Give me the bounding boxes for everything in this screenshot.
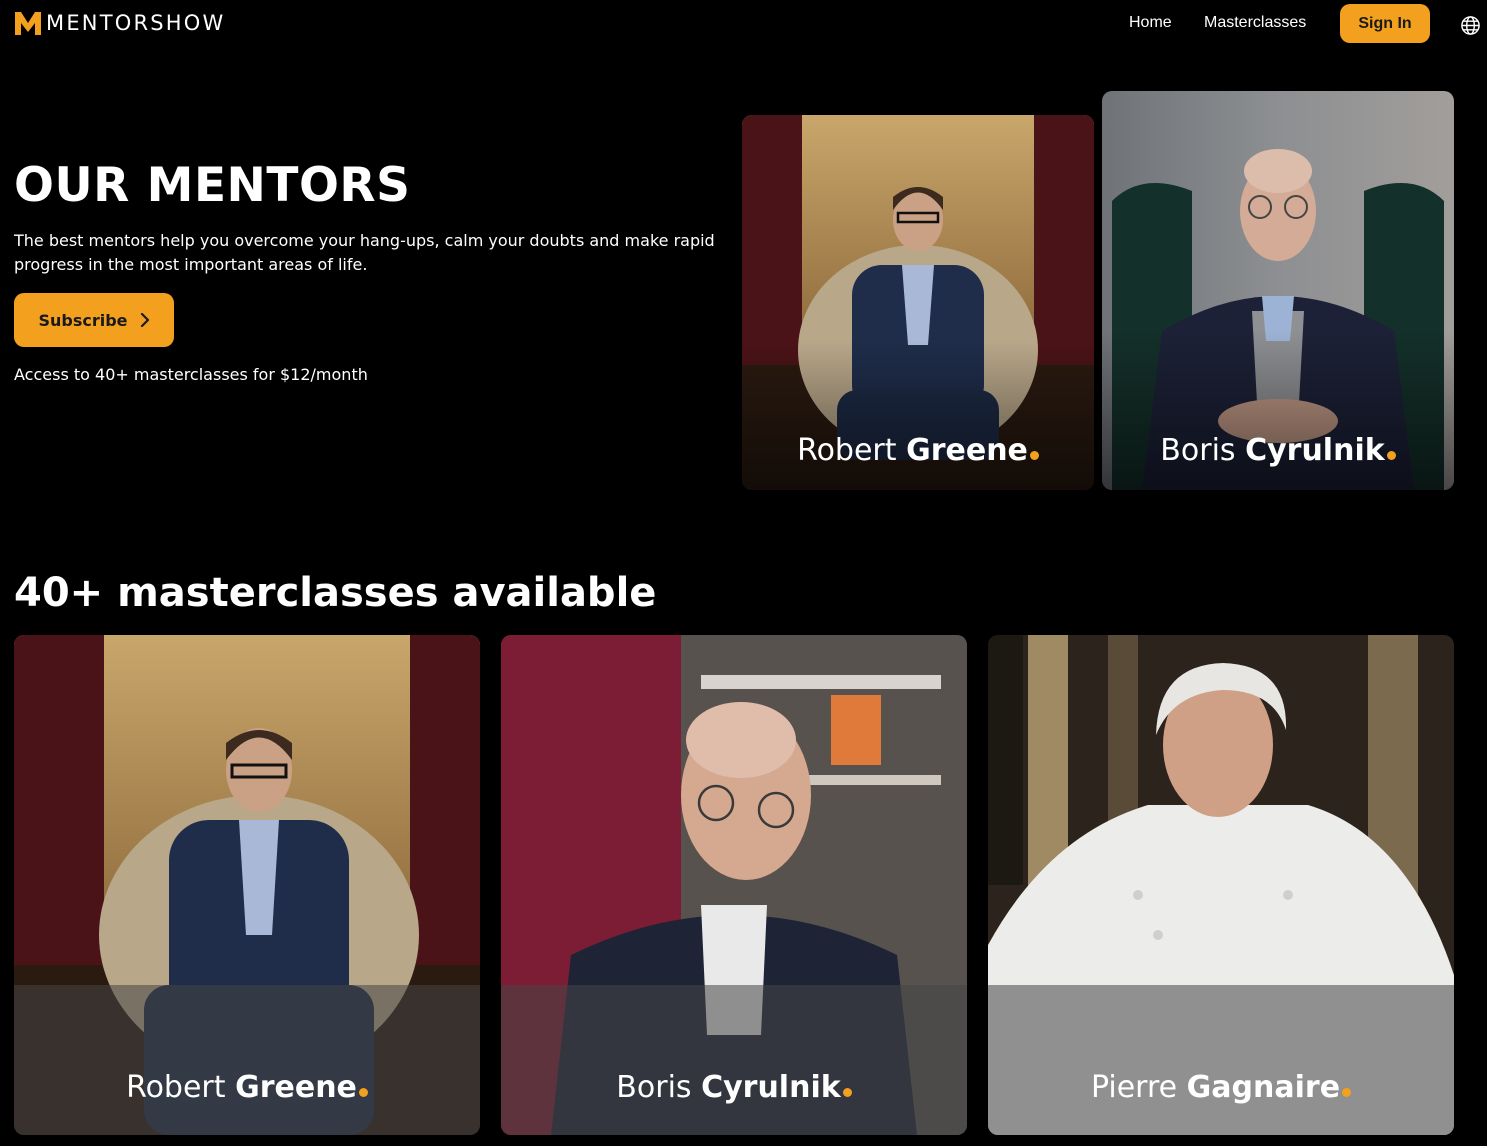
- mentor-first-name: Boris: [616, 1070, 692, 1105]
- accent-dot: [1342, 1088, 1352, 1097]
- subscribe-button[interactable]: Subscribe: [14, 293, 174, 347]
- brand-logo[interactable]: MENTORSHOW: [14, 10, 225, 36]
- mentor-name: Robert Greene: [14, 1070, 480, 1105]
- pricing-note: Access to 40+ masterclasses for $12/mont…: [14, 365, 368, 384]
- accent-dot: [842, 1088, 852, 1097]
- mentor-first-name: Boris: [1160, 433, 1236, 468]
- mentor-name: Boris Cyrulnik: [501, 1070, 967, 1105]
- mentor-first-name: Robert: [797, 433, 897, 468]
- mentor-name: Boris Cyrulnik: [1102, 433, 1454, 468]
- mentor-last-name: Cyrulnik: [701, 1070, 841, 1105]
- mentor-first-name: Robert: [126, 1070, 226, 1105]
- hero-mentor-card[interactable]: Boris Cyrulnik: [1102, 91, 1454, 490]
- nav-home-link[interactable]: Home: [1129, 14, 1172, 32]
- subscribe-label: Subscribe: [38, 310, 128, 330]
- hero-description: The best mentors help you overcome your …: [14, 231, 715, 274]
- card-name-panel: [14, 985, 480, 1135]
- hero-mentor-card[interactable]: Robert Greene: [742, 115, 1094, 490]
- accent-dot: [1386, 451, 1396, 460]
- accent-dot: [358, 1088, 368, 1097]
- mentor-last-name: Greene: [235, 1070, 357, 1105]
- card-name-panel: [988, 985, 1454, 1135]
- mentor-name: Pierre Gagnaire: [988, 1070, 1454, 1105]
- masterclass-card[interactable]: Boris Cyrulnik: [501, 635, 967, 1135]
- mentor-last-name: Gagnaire: [1186, 1070, 1341, 1105]
- m-logo-icon: [15, 12, 41, 35]
- brand-name: MENTORSHOW: [46, 11, 226, 35]
- mentor-last-name: Cyrulnik: [1245, 433, 1385, 468]
- sign-in-button[interactable]: Sign In: [1340, 4, 1430, 43]
- card-name-panel: [501, 985, 967, 1135]
- masterclass-card[interactable]: Pierre Gagnaire: [988, 635, 1454, 1135]
- top-nav: MENTORSHOW Home Masterclasses Sign In: [0, 0, 1487, 46]
- hero-title: OUR MENTORS: [14, 158, 411, 213]
- mentor-last-name: Greene: [906, 433, 1028, 468]
- nav-masterclasses-link[interactable]: Masterclasses: [1204, 14, 1306, 32]
- accent-dot: [1029, 451, 1039, 460]
- mentor-name: Robert Greene: [742, 433, 1094, 468]
- chevron-right-icon: [140, 313, 149, 327]
- mentor-first-name: Pierre: [1090, 1070, 1178, 1105]
- masterclass-card[interactable]: Robert Greene: [14, 635, 480, 1135]
- globe-icon[interactable]: [1460, 15, 1481, 36]
- masterclasses-title: 40+ masterclasses available: [14, 570, 657, 616]
